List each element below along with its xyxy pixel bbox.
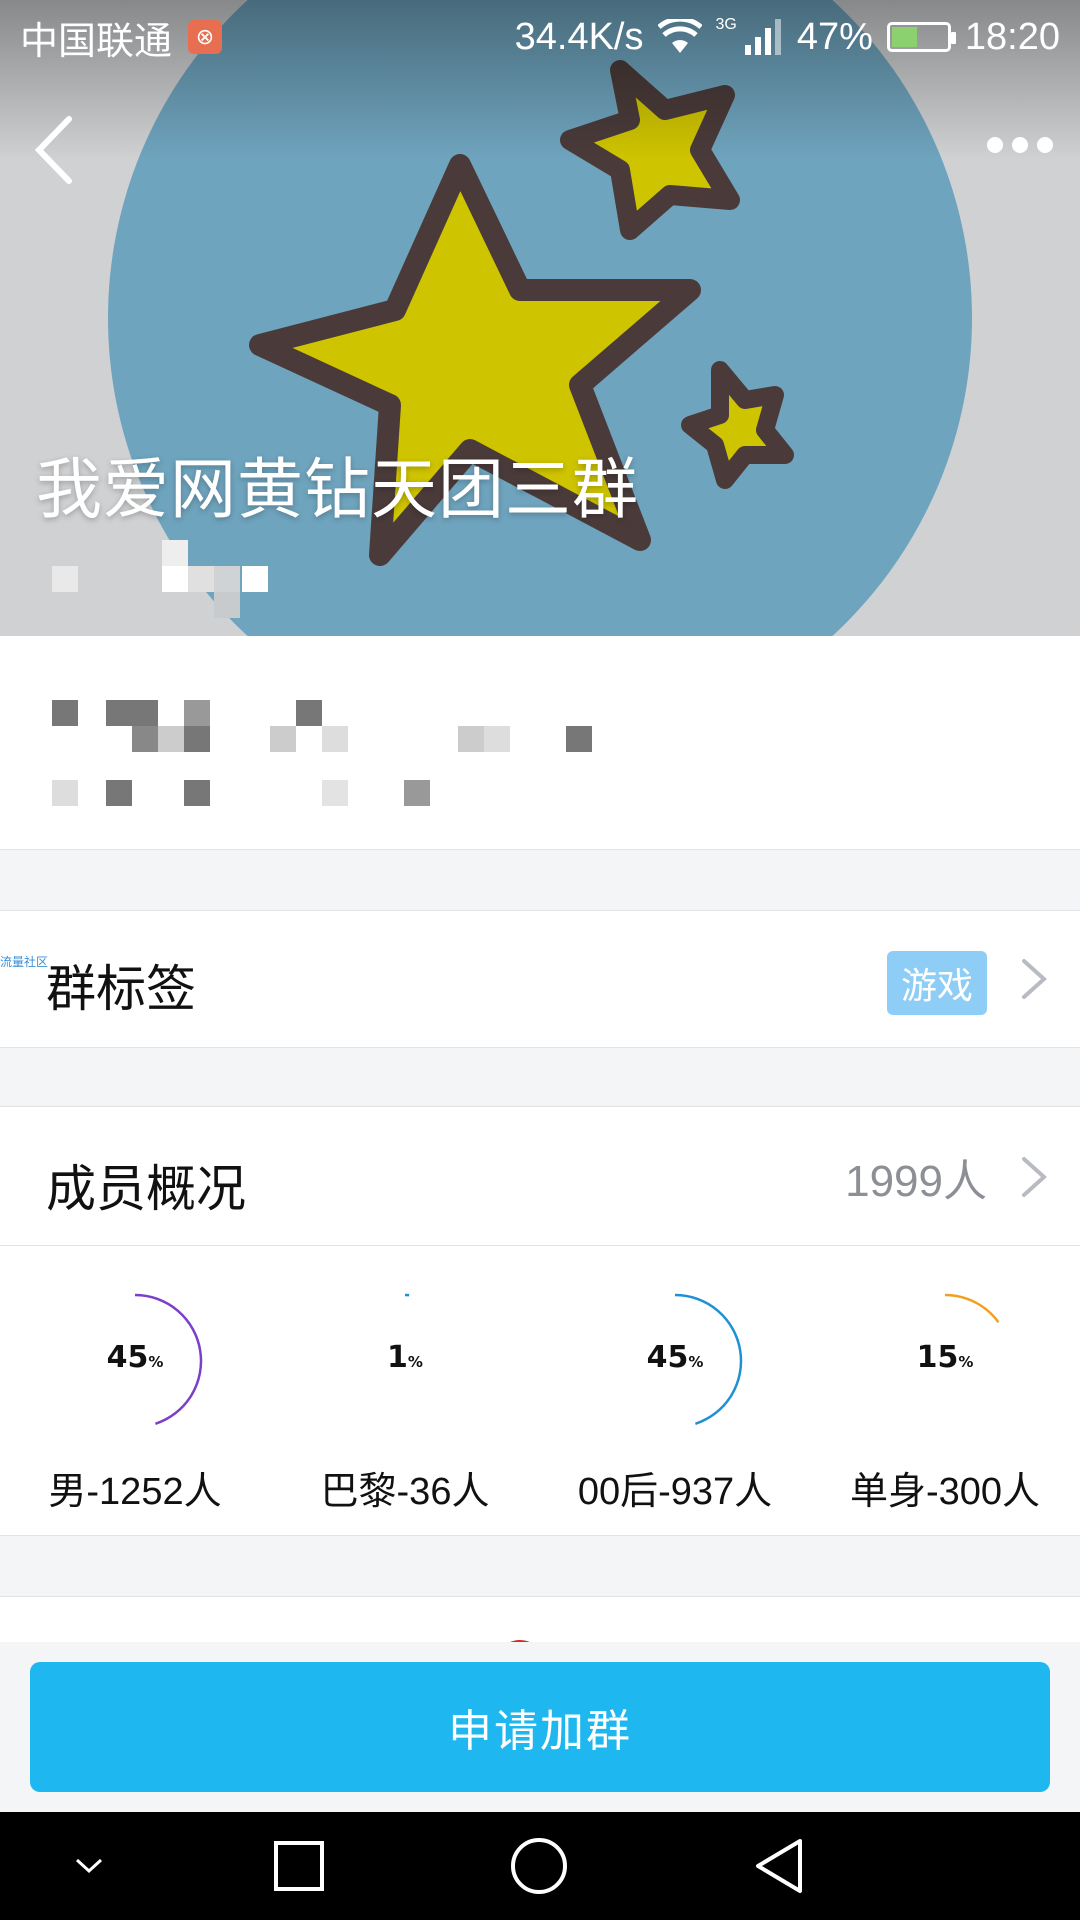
nav-home-button[interactable] [494,1826,584,1906]
square-icon [274,1841,324,1891]
group-name: 我爱网黄钻天团三群 [36,451,639,528]
stat-percent: 1% [387,1340,423,1375]
status-bar: 中国联通 ⊗ 34.4K/s 3G 47% 18:20 [0,0,1080,74]
stat-relationship: 15% 单身-300人 [810,1246,1080,1536]
member-overview-row[interactable]: 成员概况 1999人 [0,1106,1080,1246]
action-bar: 申请加群 [0,1642,1080,1812]
stat-age: 45% 00后-937人 [540,1246,810,1536]
circle-icon [511,1838,567,1894]
more-dots-icon [987,137,1053,153]
stat-percent: 45% [106,1340,164,1375]
nav-recents-button[interactable] [254,1826,344,1906]
tag-badge: 游戏 [886,951,987,1015]
more-button[interactable] [980,120,1060,170]
nav-hide-button[interactable] [44,1826,134,1906]
stat-label: 00后-937人 [577,1471,773,1513]
group-description [0,636,1080,850]
clock: 18:20 [964,15,1060,58]
member-stats: 45% 男-1252人 1% 巴黎-36人 45% 00后-937人 15% 单… [0,1246,1080,1536]
stat-label: 男-1252人 [48,1471,222,1513]
watermark-text: 流量社区 [0,955,49,969]
system-nav-bar [0,1812,1080,1920]
chevron-right-icon [1022,1157,1047,1197]
stat-label: 巴黎-36人 [320,1471,490,1513]
network-speed: 34.4K/s [514,15,644,58]
stat-label: 单身-300人 [849,1471,1041,1513]
join-group-button[interactable]: 申请加群 [30,1662,1050,1792]
triangle-back-icon [756,1839,802,1893]
carrier-name: 中国联通 [20,20,173,63]
stat-location: 1% 巴黎-36人 [270,1246,540,1536]
group-tags-title: 群标签 [46,960,196,1018]
member-count: 1999人 [845,1157,987,1206]
stat-gender: 45% 男-1252人 [0,1246,270,1536]
chevron-left-icon [34,116,72,184]
notification-icon: ⊗ [188,20,223,54]
battery-icon [886,22,956,52]
network-type: 3G [715,16,737,33]
group-tags-row[interactable]: 流量社区 群标签 游戏 [0,910,1080,1048]
back-button[interactable] [18,110,88,190]
redacted-description [52,700,612,810]
battery-percent: 47% [796,15,873,58]
stat-percent: 45% [646,1340,704,1375]
group-cover: 中国联通 ⊗ 34.4K/s 3G 47% 18:20 我爱网黄钻天团三群 [0,0,1080,636]
wifi-icon [657,19,702,53]
chevron-down-icon [75,1858,103,1874]
signal-icon [744,19,781,55]
chevron-right-icon [1022,959,1047,999]
member-overview-title: 成员概况 [46,1160,246,1218]
redacted-group-id [52,540,282,620]
nav-back-button[interactable] [734,1826,824,1906]
stat-percent: 15% [916,1340,974,1375]
